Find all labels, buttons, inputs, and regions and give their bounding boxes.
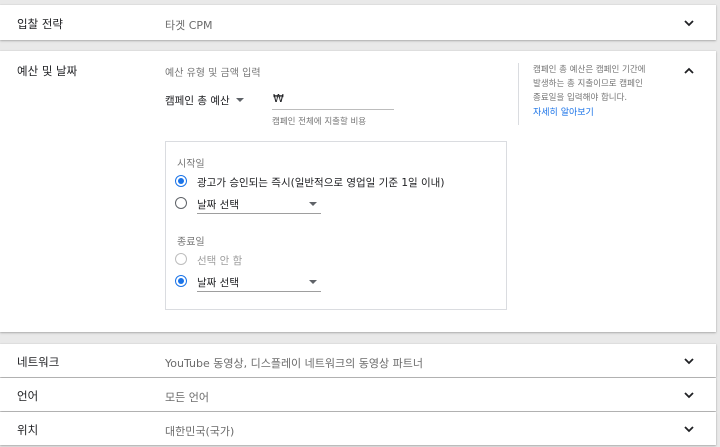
location-label: 위치 xyxy=(17,423,39,437)
language-row[interactable]: 언어 모든 언어 xyxy=(0,378,716,411)
dropdown-caret-icon xyxy=(236,98,244,102)
budget-dates-label: 예산 및 날짜 xyxy=(17,64,78,78)
language-label: 언어 xyxy=(17,389,39,403)
budget-amount-input[interactable]: ₩ xyxy=(272,89,394,111)
side-help-line-1: 캠페인 총 예산은 캠페인 기간에 xyxy=(533,65,646,75)
chevron-down-icon[interactable] xyxy=(682,422,696,436)
chevron-down-icon[interactable] xyxy=(682,354,696,368)
amount-underline xyxy=(272,109,394,110)
dates-box: 시작일 광고가 승인되는 즉시(일반적으로 영업일 기준 1일 이내) 날짜 선… xyxy=(165,141,507,310)
bidding-strategy-row[interactable]: 입찰 전략 타겟 CPM xyxy=(0,5,716,40)
end-date-underline xyxy=(197,291,321,292)
currency-symbol: ₩ xyxy=(273,92,284,105)
end-pick-date-radio[interactable] xyxy=(175,275,187,287)
start-immediately-radio[interactable] xyxy=(175,175,187,187)
bidding-strategy-value: 타겟 CPM xyxy=(165,19,213,32)
end-date-dropdown[interactable]: 날짜 선택 xyxy=(197,272,321,292)
start-pick-date-radio[interactable] xyxy=(175,197,187,209)
end-none-radio[interactable] xyxy=(175,253,187,265)
chevron-down-icon[interactable] xyxy=(682,16,696,30)
chevron-up-icon[interactable] xyxy=(682,64,696,78)
location-row[interactable]: 위치 대한민국(국가) xyxy=(0,412,716,445)
side-help-line-3: 종료일을 입력해야 합니다. xyxy=(533,93,628,103)
bidding-strategy-label: 입찰 전략 xyxy=(17,17,63,31)
budget-dates-section: 예산 및 날짜 예산 유형 및 금액 입력 캠페인 총 예산 ₩ 캠페인 전체에… xyxy=(0,51,716,332)
network-row[interactable]: 네트워크 YouTube 동영상, 디스플레이 네트워크의 동영상 파트너 xyxy=(0,344,716,377)
network-value: YouTube 동영상, 디스플레이 네트워크의 동영상 파트너 xyxy=(165,357,423,370)
end-date-dropdown-label: 날짜 선택 xyxy=(197,277,239,289)
language-value: 모든 언어 xyxy=(165,391,209,404)
budget-type-hint: 예산 유형 및 금액 입력 xyxy=(165,68,261,79)
end-date-title: 종료일 xyxy=(177,237,205,248)
start-date-title: 시작일 xyxy=(177,159,205,170)
side-help-line-2: 발생하는 총 지출이므로 캠페인 xyxy=(533,79,643,89)
network-label: 네트워크 xyxy=(17,355,60,369)
side-help-divider xyxy=(518,63,519,125)
learn-more-link[interactable]: 자세히 알아보기 xyxy=(533,105,594,118)
start-date-dropdown[interactable]: 날짜 선택 xyxy=(197,194,321,214)
budget-type-dropdown[interactable]: 캠페인 총 예산 xyxy=(165,89,249,111)
chevron-down-icon[interactable] xyxy=(682,388,696,402)
end-none-label[interactable]: 선택 안 함 xyxy=(197,253,242,268)
start-immediately-label[interactable]: 광고가 승인되는 즉시(일반적으로 영업일 기준 1일 이내) xyxy=(197,175,444,190)
start-date-underline xyxy=(197,213,321,214)
dropdown-caret-icon xyxy=(309,280,317,284)
location-value: 대한민국(국가) xyxy=(165,425,235,438)
budget-amount-helper: 캠페인 전체에 지출할 비용 xyxy=(272,117,367,127)
budget-type-value: 캠페인 총 예산 xyxy=(165,95,230,107)
start-date-dropdown-label: 날짜 선택 xyxy=(197,199,239,211)
dropdown-caret-icon xyxy=(309,202,317,206)
